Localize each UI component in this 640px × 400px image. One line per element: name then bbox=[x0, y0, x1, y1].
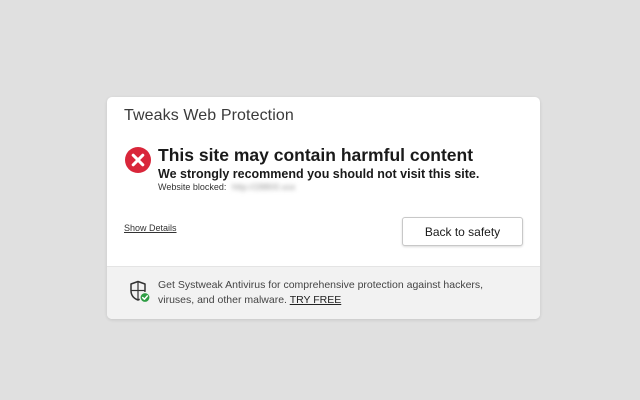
blocked-label: Website blocked: bbox=[158, 182, 227, 192]
warning-subline: We strongly recommend you should not vis… bbox=[158, 167, 480, 181]
try-free-link[interactable]: TRY FREE bbox=[290, 294, 342, 306]
dialog-title: Tweaks Web Protection bbox=[124, 107, 294, 124]
back-to-safety-button[interactable]: Back to safety bbox=[402, 217, 523, 246]
blocked-url: http://28800.xxx bbox=[231, 182, 296, 192]
show-details-link[interactable]: Show Details bbox=[124, 223, 177, 233]
danger-x-icon bbox=[125, 147, 151, 173]
promo-footer: Get Systweak Antivirus for comprehensive… bbox=[107, 266, 540, 319]
promo-message: Get Systweak Antivirus for comprehensive… bbox=[158, 278, 518, 308]
warning-headline: This site may contain harmful content bbox=[158, 145, 474, 165]
blocked-site-row: Website blocked: http://28800.xxx bbox=[158, 182, 295, 192]
protection-dialog: Tweaks Web Protection This site may cont… bbox=[107, 97, 540, 319]
shield-check-icon bbox=[130, 280, 151, 304]
